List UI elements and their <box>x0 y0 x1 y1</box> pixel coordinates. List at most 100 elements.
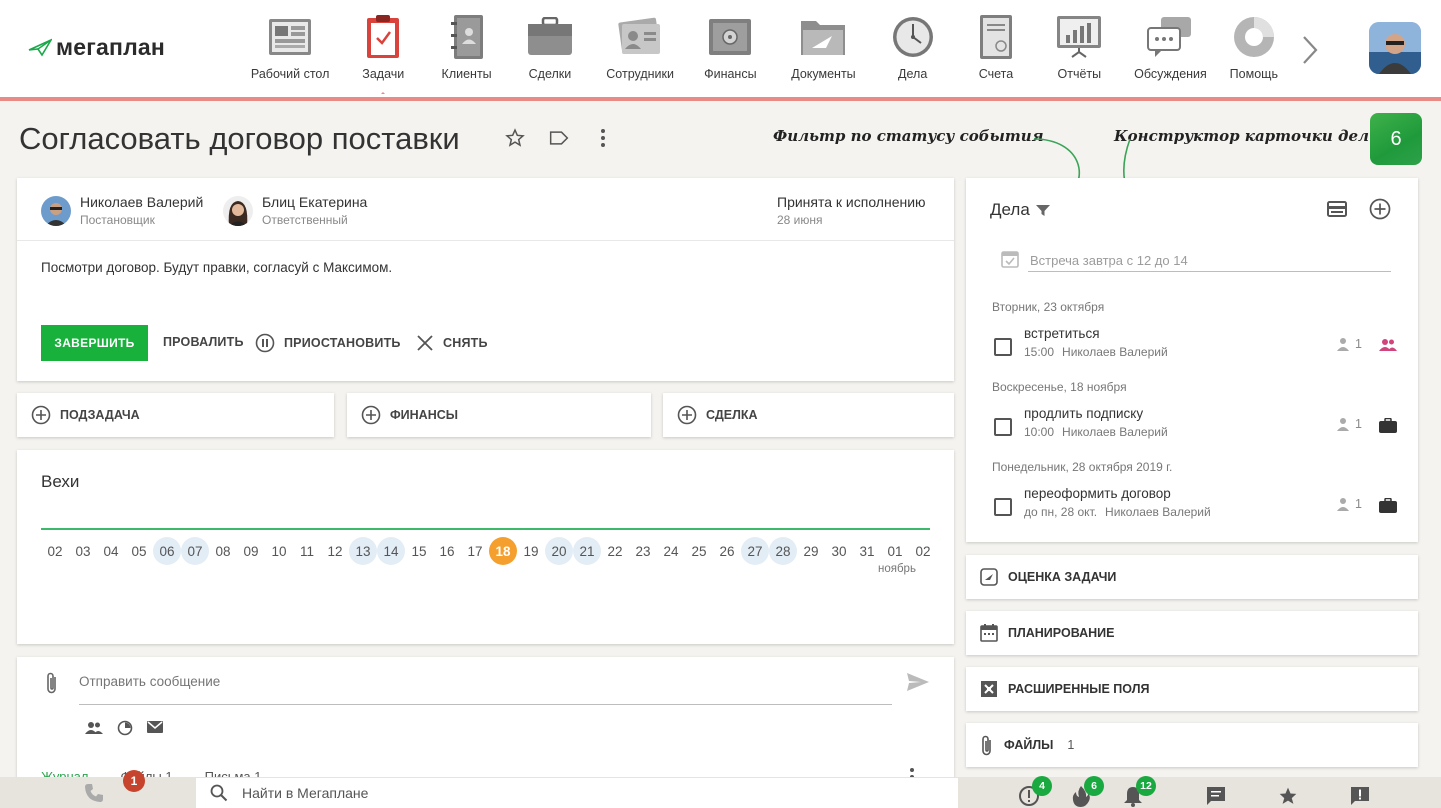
calls-badge[interactable]: 1 <box>123 770 145 792</box>
send-icon[interactable] <box>906 672 930 692</box>
title-actions <box>503 126 615 150</box>
milestone-day[interactable]: 17 <box>461 537 489 565</box>
nav-item-activities[interactable]: Дела <box>866 14 960 94</box>
milestone-day[interactable]: 27 <box>741 537 769 565</box>
add-finance-button[interactable]: ФИНАНСЫ <box>347 393 651 437</box>
add-circle-icon[interactable] <box>1369 198 1391 220</box>
nav-item-help[interactable]: Помощь <box>1215 14 1293 94</box>
nav-item-tasks[interactable]: Задачи <box>332 14 434 94</box>
task-owner[interactable]: Николаев Валерий Постановщик <box>41 194 203 227</box>
milestone-day[interactable]: 01 <box>881 537 909 565</box>
deal-group-date: Воскресенье, 18 ноября <box>992 380 1127 394</box>
milestone-day[interactable]: 06 <box>153 537 181 565</box>
user-avatar[interactable] <box>1369 22 1421 74</box>
milestone-day[interactable]: 23 <box>629 537 657 565</box>
add-subtask-button[interactable]: ПОДЗАДАЧА <box>17 393 334 437</box>
milestone-day[interactable]: 26 <box>713 537 741 565</box>
deal-checkbox[interactable] <box>994 338 1012 356</box>
chat-button[interactable] <box>1205 785 1227 807</box>
search-input[interactable] <box>242 785 942 801</box>
phone-icon[interactable] <box>84 783 104 803</box>
deal-checkbox[interactable] <box>994 418 1012 436</box>
section-files[interactable]: ФАЙЛЫ 1 <box>966 723 1418 767</box>
deal-item[interactable]: переоформить договор до пн, 28 окт. Никол… <box>994 486 1398 522</box>
participants-icon[interactable] <box>85 720 103 736</box>
star-icon[interactable] <box>503 126 527 150</box>
milestone-day[interactable]: 21 <box>573 537 601 565</box>
milestone-day[interactable]: 02 <box>41 537 69 565</box>
milestone-day[interactable]: 02 <box>909 537 937 565</box>
milestone-day[interactable]: 31 <box>853 537 881 565</box>
nav-item-finance[interactable]: Финансы <box>679 14 781 94</box>
nav-item-employees[interactable]: Сотрудники <box>601 14 679 94</box>
nav-item-discussions[interactable]: Обсуждения <box>1126 14 1214 94</box>
deal-item[interactable]: продлить подписку 10:00 Николаев Валерий … <box>994 406 1398 442</box>
deal-checkbox[interactable] <box>994 498 1012 516</box>
task-status[interactable]: Принята к исполнению 28 июня <box>777 194 926 227</box>
new-deal-input[interactable] <box>1028 250 1391 272</box>
milestone-day[interactable]: 24 <box>657 537 685 565</box>
tag-icon[interactable] <box>547 126 571 150</box>
milestone-day[interactable]: 16 <box>433 537 461 565</box>
more-vertical-icon[interactable] <box>591 126 615 150</box>
milestone-day[interactable]: 29 <box>797 537 825 565</box>
deal-name: продлить подписку <box>1024 406 1144 421</box>
milestone-day[interactable]: 09 <box>237 537 265 565</box>
fail-button[interactable]: ПРОВАЛИТЬ <box>163 335 244 349</box>
message-input[interactable] <box>79 674 879 689</box>
timer-icon[interactable] <box>117 720 133 736</box>
hot-button[interactable]: 6 <box>1070 776 1104 807</box>
remove-label: СНЯТЬ <box>443 336 488 350</box>
complete-button[interactable]: ЗАВЕРШИТЬ <box>41 325 148 361</box>
milestone-day[interactable]: 28 <box>769 537 797 565</box>
milestone-day[interactable]: 18 <box>489 537 517 565</box>
nav-item-dashboard[interactable]: Рабочий стол <box>248 14 332 94</box>
pause-button[interactable]: ПРИОСТАНОВИТЬ <box>255 333 401 353</box>
milestone-day[interactable]: 10 <box>265 537 293 565</box>
fail-label: ПРОВАЛИТЬ <box>163 335 244 349</box>
milestone-day[interactable]: 04 <box>97 537 125 565</box>
nav-item-clients[interactable]: Клиенты <box>434 14 499 94</box>
favorites-button[interactable] <box>1277 785 1299 807</box>
filter-icon[interactable] <box>1035 204 1050 216</box>
card-constructor-icon[interactable] <box>1326 198 1348 220</box>
milestone-day[interactable]: 25 <box>685 537 713 565</box>
counter-badge[interactable]: 6 <box>1370 113 1422 165</box>
paperclip-icon[interactable] <box>45 671 59 695</box>
nav-item-reports[interactable]: Отчёты <box>1032 14 1126 94</box>
remove-button[interactable]: СНЯТЬ <box>416 334 488 352</box>
alerts-button[interactable]: 4 <box>1018 776 1052 807</box>
feedback-button[interactable] <box>1349 785 1371 807</box>
milestone-day[interactable]: 22 <box>601 537 629 565</box>
deal-item[interactable]: встретиться 15:00 Николаев Валерий 1 <box>994 326 1398 362</box>
milestone-day[interactable]: 11 <box>293 537 321 565</box>
nav-label: Счета <box>978 67 1014 81</box>
notifications-button[interactable]: 12 <box>1122 776 1156 807</box>
nav-item-documents[interactable]: Документы <box>781 14 865 94</box>
section-label: ПЛАНИРОВАНИЕ <box>1008 626 1115 640</box>
megaplan-logo[interactable]: мегаплан <box>28 34 165 61</box>
milestone-day[interactable]: 08 <box>209 537 237 565</box>
milestone-day[interactable]: 15 <box>405 537 433 565</box>
milestone-day[interactable]: 19 <box>517 537 545 565</box>
hot-count: 6 <box>1084 776 1104 796</box>
milestone-day[interactable]: 12 <box>321 537 349 565</box>
nav-item-invoices[interactable]: Счета <box>960 14 1033 94</box>
mail-icon[interactable] <box>147 720 163 734</box>
section-task-rating[interactable]: ОЦЕНКА ЗАДАЧИ <box>966 555 1418 599</box>
milestone-day[interactable]: 30 <box>825 537 853 565</box>
milestone-day[interactable]: 14 <box>377 537 405 565</box>
milestone-day[interactable]: 13 <box>349 537 377 565</box>
section-planning[interactable]: ПЛАНИРОВАНИЕ <box>966 611 1418 655</box>
milestone-day[interactable]: 05 <box>125 537 153 565</box>
deal-time: 10:00 <box>1024 425 1055 439</box>
deals-title: Дела <box>990 200 1030 219</box>
nav-item-deals[interactable]: Сделки <box>499 14 601 94</box>
milestone-day[interactable]: 03 <box>69 537 97 565</box>
milestone-day[interactable]: 07 <box>181 537 209 565</box>
task-responsible[interactable]: Блиц Екатерина Ответственный <box>223 194 367 227</box>
milestone-day[interactable]: 20 <box>545 537 573 565</box>
section-extended-fields[interactable]: РАСШИРЕННЫЕ ПОЛЯ <box>966 667 1418 711</box>
nav-next-arrow[interactable] <box>1296 30 1324 70</box>
add-deal-button[interactable]: СДЕЛКА <box>663 393 954 437</box>
